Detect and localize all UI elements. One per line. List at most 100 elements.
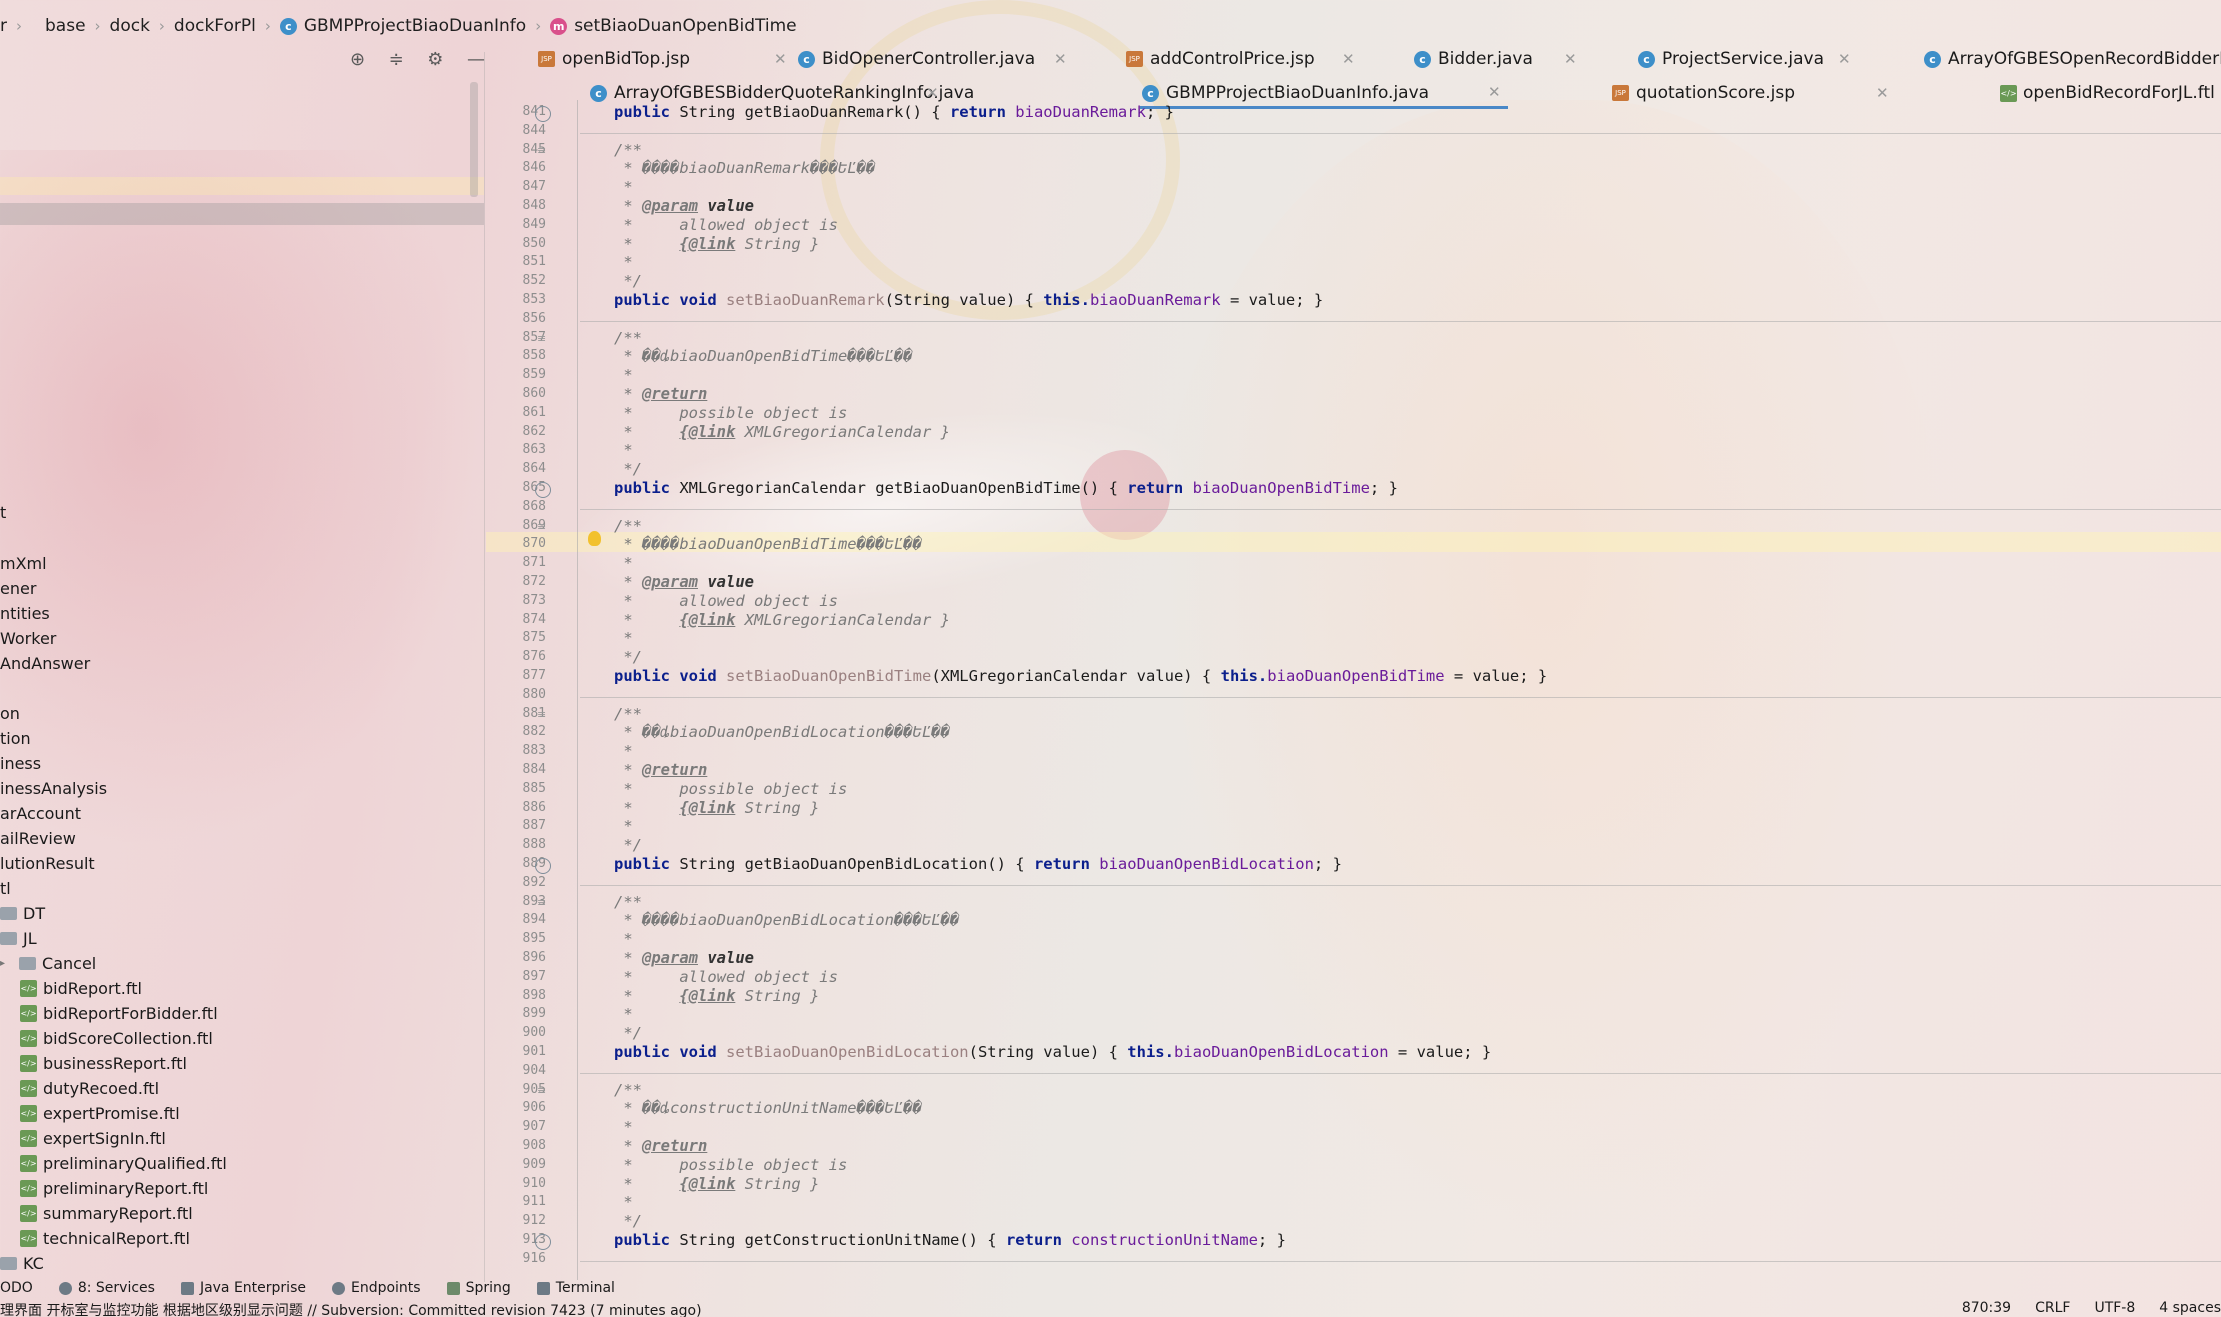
tree-item[interactable]: tl — [0, 876, 11, 900]
tool-window-java-enterprise[interactable]: Java Enterprise — [180, 1280, 306, 1296]
fold-icon[interactable]: ≡ — [537, 896, 548, 909]
tab-openbidrecordforjl-ftl[interactable]: </> openBidRecordForJL.ftl — [2000, 76, 2215, 110]
tree-item-folder[interactable]: ▸ Cancel — [0, 951, 96, 975]
code-line[interactable]: * @param value — [614, 573, 754, 591]
code-line[interactable]: public XMLGregorianCalendar getBiaoDuanO… — [614, 479, 1398, 497]
line-separator[interactable]: CRLF — [2035, 1300, 2070, 1316]
close-icon[interactable]: ✕ — [1876, 84, 1889, 102]
code-line[interactable]: * possible object is — [614, 404, 847, 422]
fold-icon[interactable]: ≡ — [537, 144, 548, 157]
web-service-icon[interactable] — [535, 1234, 551, 1250]
code-line[interactable]: * ��ȡbiaoDuanOpenBidLocation���ԵĽ�� — [614, 723, 950, 741]
code-line[interactable]: * {@link String } — [614, 235, 819, 253]
code-line[interactable]: public void setBiaoDuanOpenBidLocation(S… — [614, 1043, 1491, 1061]
code-line[interactable]: */ — [614, 460, 642, 478]
code-line[interactable]: * — [614, 554, 632, 572]
file-encoding[interactable]: UTF-8 — [2094, 1300, 2135, 1316]
code-line[interactable]: * ��ȡbiaoDuanOpenBidTime���ԵĽ�� — [614, 347, 912, 365]
fold-icon[interactable]: ≡ — [537, 1084, 548, 1097]
tree-item-file[interactable]: </> expertSignIn.ftl — [20, 1126, 166, 1150]
code-line[interactable]: * — [614, 930, 632, 948]
tree-item-file[interactable]: </> expertPromise.ftl — [20, 1101, 180, 1125]
fold-icon[interactable]: ≡ — [537, 708, 548, 721]
code-line[interactable]: /** — [614, 705, 642, 723]
code-line[interactable]: public void setBiaoDuanRemark(String val… — [614, 291, 1323, 309]
breadcrumb-item[interactable]: m setBiaoDuanOpenBidTime — [550, 16, 797, 36]
tree-item[interactable]: Worker — [0, 626, 56, 650]
code-line[interactable]: */ — [614, 1024, 642, 1042]
code-line[interactable]: * {@link XMLGregorianCalendar } — [614, 423, 950, 441]
code-line[interactable]: /** — [614, 1081, 642, 1099]
breadcrumb-item[interactable]: base — [45, 16, 86, 36]
code-line[interactable]: * — [614, 742, 632, 760]
tree-item[interactable]: ailReview — [0, 826, 76, 850]
code-line[interactable]: * {@link XMLGregorianCalendar } — [614, 611, 950, 629]
tree-item[interactable]: t — [0, 500, 6, 524]
code-line[interactable]: * ����biaoDuanOpenBidLocation���ԵĽ�� — [614, 911, 959, 929]
panel-divider[interactable] — [484, 52, 485, 1282]
code-line[interactable]: */ — [614, 836, 642, 854]
tree-item[interactable]: inessAnalysis — [0, 776, 107, 800]
code-line[interactable]: public String getBiaoDuanOpenBidLocation… — [614, 855, 1342, 873]
code-line[interactable]: * — [614, 817, 632, 835]
code-line[interactable]: * — [614, 366, 632, 384]
code-line[interactable]: * allowed object is — [614, 216, 838, 234]
code-line[interactable]: */ — [614, 1212, 642, 1230]
code-line[interactable]: * allowed object is — [614, 968, 838, 986]
code-line[interactable]: * @return — [614, 385, 707, 403]
code-line[interactable]: /** — [614, 893, 642, 911]
tree-item[interactable]: tion — [0, 726, 31, 750]
tree-item-folder[interactable]: KC — [0, 1251, 44, 1275]
tree-item-file[interactable]: </> summaryReport.ftl — [20, 1201, 193, 1225]
close-icon[interactable]: ✕ — [926, 84, 939, 102]
code-line[interactable]: * {@link String } — [614, 1175, 819, 1193]
breadcrumb-item[interactable]: dockForPl — [174, 16, 256, 36]
code-line[interactable]: public void setBiaoDuanOpenBidTime(XMLGr… — [614, 667, 1547, 685]
code-line[interactable]: * — [614, 629, 632, 647]
tab-bidder-java[interactable]: c Bidder.java ✕ — [1414, 42, 1577, 76]
tree-item-file[interactable]: </> businessReport.ftl — [20, 1051, 187, 1075]
close-icon[interactable]: ✕ — [1564, 50, 1577, 68]
code-line[interactable]: * @param value — [614, 197, 754, 215]
code-line[interactable]: * — [614, 1193, 632, 1211]
code-line[interactable]: */ — [614, 648, 642, 666]
sidebar-scrollbar[interactable] — [470, 82, 478, 197]
code-line[interactable]: * possible object is — [614, 1156, 847, 1174]
tab-quotationscore-jsp[interactable]: JSP quotationScore.jsp ✕ — [1612, 76, 1889, 110]
code-line[interactable]: * @return — [614, 1137, 707, 1155]
code-line[interactable]: * @return — [614, 761, 707, 779]
code-line[interactable]: * — [614, 178, 632, 196]
code-line[interactable]: * — [614, 1118, 632, 1136]
tree-item-file[interactable]: </> preliminaryReport.ftl — [20, 1176, 208, 1200]
code-line[interactable]: public String getConstructionUnitName() … — [614, 1231, 1286, 1249]
code-line[interactable]: * ��ȡconstructionUnitName���ԵĽ�� — [614, 1099, 922, 1117]
code-line[interactable]: * {@link String } — [614, 987, 819, 1005]
code-line[interactable]: /** — [614, 329, 642, 347]
tool-window-terminal[interactable]: Terminal — [536, 1280, 615, 1296]
tree-item-file[interactable]: </> bidReport.ftl — [20, 976, 142, 1000]
tab-openbidtop-jsp[interactable]: JSP openBidTop.jsp ✕ — [538, 42, 787, 76]
code-line[interactable]: */ — [614, 272, 642, 290]
close-icon[interactable]: ✕ — [1488, 83, 1501, 101]
minimize-icon[interactable]: — — [467, 49, 485, 70]
fold-icon[interactable]: ≡ — [537, 520, 548, 533]
close-icon[interactable]: ✕ — [1054, 50, 1067, 68]
tab-addcontrolprice-jsp[interactable]: JSP addControlPrice.jsp ✕ — [1126, 42, 1355, 76]
tree-item-folder[interactable]: JL — [0, 926, 37, 950]
tree-item[interactable]: on — [0, 701, 20, 725]
code-line[interactable]: * — [614, 441, 632, 459]
tab-bidopenercontroller-java[interactable]: c BidOpenerController.java ✕ — [798, 42, 1067, 76]
code-line[interactable]: * @param value — [614, 949, 754, 967]
code-line[interactable]: * ����biaoDuanRemark���ԵĽ�� — [614, 159, 875, 177]
breadcrumb-item[interactable]: r — [0, 16, 7, 36]
collapse-all-icon[interactable]: ≑ — [389, 49, 404, 70]
tool-window-spring[interactable]: Spring — [446, 1280, 511, 1296]
code-line[interactable]: * allowed object is — [614, 592, 838, 610]
code-line[interactable]: * — [614, 253, 632, 271]
tree-item-file[interactable]: </> preliminaryQualified.ftl — [20, 1151, 227, 1175]
caret-position[interactable]: 870:39 — [1962, 1300, 2011, 1316]
gear-icon[interactable]: ⚙ — [427, 49, 443, 70]
locate-icon[interactable]: ⊕ — [350, 49, 365, 70]
code-line[interactable]: /** — [614, 517, 642, 535]
code-line[interactable]: * — [614, 1005, 632, 1023]
